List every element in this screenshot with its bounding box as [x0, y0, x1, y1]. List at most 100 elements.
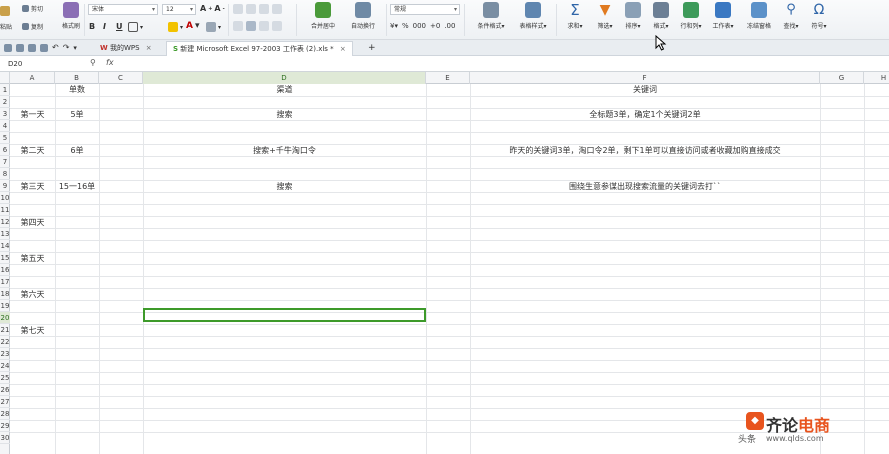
row-header[interactable]: 1 — [0, 84, 10, 96]
font-size-select[interactable]: 12 — [162, 4, 196, 15]
tab-my-wps[interactable]: W 我的WPS × — [94, 41, 158, 56]
cell-f9[interactable]: 围绕生意参谋出现搜索流量的关键词去打`` — [470, 181, 820, 192]
function-button[interactable]: fx — [106, 58, 114, 67]
tab-current-file[interactable]: S 新建 Microsoft Excel 97-2003 工作表 (2).xls… — [166, 41, 353, 56]
symbol-button[interactable]: Ω 符号▾ — [802, 2, 836, 38]
row-header[interactable]: 4 — [0, 120, 10, 132]
rotate-text-icon[interactable] — [272, 4, 282, 14]
cell-f1[interactable]: 关键词 — [470, 84, 820, 95]
row-header[interactable]: 6 — [0, 144, 10, 156]
column-header-c[interactable]: C — [99, 72, 143, 84]
bold-button[interactable]: B — [89, 22, 95, 31]
save-icon[interactable] — [16, 43, 24, 52]
cell-d1[interactable]: 渠道 — [143, 84, 426, 95]
align-right-icon[interactable] — [259, 21, 269, 31]
name-box[interactable]: D20 — [8, 59, 70, 70]
wrap-text-button[interactable]: 自动换行 — [342, 2, 384, 38]
new-tab-button[interactable]: + — [362, 41, 382, 56]
row-header[interactable]: 17 — [0, 276, 10, 288]
column-header-a[interactable]: A — [10, 72, 55, 84]
row-header[interactable]: 28 — [0, 408, 10, 420]
cell-f3[interactable]: 全标题3单，确定1个关键词2单 — [470, 109, 820, 120]
select-all-corner[interactable] — [0, 72, 10, 84]
row-header[interactable]: 15 — [0, 252, 10, 264]
row-header[interactable]: 9 — [0, 180, 10, 192]
preview-icon[interactable] — [40, 43, 48, 52]
open-icon[interactable] — [4, 43, 12, 52]
cell-a3[interactable]: 第一天 — [10, 109, 55, 120]
row-header[interactable]: 11 — [0, 204, 10, 216]
row-header[interactable]: 29 — [0, 420, 10, 432]
cell-d6[interactable]: 搜索+千牛淘口令 — [143, 145, 426, 156]
sum-button[interactable]: Σ 求和▾ — [558, 2, 592, 38]
paste-label-button[interactable]: 粘贴 — [0, 22, 12, 31]
copy-button[interactable]: 复制 — [22, 22, 43, 31]
cell-b1[interactable]: 单数 — [55, 84, 99, 95]
clear-button[interactable]: ▾ — [206, 22, 221, 32]
cell-d3[interactable]: 搜索 — [143, 109, 426, 120]
zoom-search-icon[interactable]: ⚲ — [90, 58, 96, 67]
row-header[interactable]: 12 — [0, 216, 10, 228]
cut-button[interactable]: 剪切 — [22, 4, 43, 13]
align-bottom-icon[interactable] — [259, 4, 269, 14]
row-header[interactable]: 26 — [0, 384, 10, 396]
column-header-b[interactable]: B — [55, 72, 99, 84]
quick-menu-chevron-icon[interactable]: ▾ — [73, 44, 77, 52]
row-header[interactable]: 2 — [0, 96, 10, 108]
row-header[interactable]: 16 — [0, 264, 10, 276]
close-icon[interactable]: × — [146, 44, 152, 52]
cell-a12[interactable]: 第四天 — [10, 217, 55, 228]
cell-a6[interactable]: 第二天 — [10, 145, 55, 156]
font-name-select[interactable]: 宋体 — [88, 4, 158, 15]
row-header[interactable]: 25 — [0, 372, 10, 384]
cell-b6[interactable]: 6单 — [55, 145, 99, 156]
cell-b9[interactable]: 15一16单 — [55, 181, 99, 192]
justify-icon[interactable] — [272, 21, 282, 31]
row-header[interactable]: 13 — [0, 228, 10, 240]
decrease-decimal-icon[interactable]: .00 — [444, 22, 455, 30]
close-icon[interactable]: × — [340, 45, 346, 53]
cell-f6[interactable]: 昨天的关键词3单，淘口令2单，剩下1单可以直接访问或者收藏加购直接成交 — [470, 145, 820, 156]
selected-cell-d20[interactable] — [143, 308, 426, 322]
row-header[interactable]: 22 — [0, 336, 10, 348]
cell-b3[interactable]: 5单 — [55, 109, 99, 120]
row-header[interactable]: 23 — [0, 348, 10, 360]
column-header-e[interactable]: E — [426, 72, 470, 84]
align-middle-icon[interactable] — [246, 4, 256, 14]
underline-button[interactable]: U — [116, 22, 123, 31]
redo-icon[interactable]: ↷ — [63, 43, 70, 52]
merge-center-button[interactable]: 合并居中 — [302, 2, 344, 38]
row-header[interactable]: 18 — [0, 288, 10, 300]
formula-input[interactable] — [122, 58, 882, 70]
thousands-icon[interactable]: 000 — [413, 22, 426, 30]
row-header[interactable]: 8 — [0, 168, 10, 180]
table-style-button[interactable]: 表格样式▾ — [512, 2, 554, 38]
cell-a9[interactable]: 第三天 — [10, 181, 55, 192]
grow-font-button[interactable]: A + A- — [200, 4, 225, 13]
row-header[interactable]: 30 — [0, 432, 10, 444]
print-icon[interactable] — [28, 43, 36, 52]
fill-color-button[interactable]: ▾ — [168, 22, 183, 32]
row-header[interactable]: 3 — [0, 108, 10, 120]
align-left-icon[interactable] — [233, 21, 243, 31]
paste-button[interactable] — [0, 6, 10, 16]
row-header[interactable]: 27 — [0, 396, 10, 408]
column-header-d[interactable]: D — [143, 72, 426, 84]
worksheet-button[interactable]: 工作表▾ — [704, 2, 742, 38]
row-header[interactable]: 10 — [0, 192, 10, 204]
row-header[interactable]: 14 — [0, 240, 10, 252]
row-header[interactable]: 20 — [0, 312, 10, 324]
align-center-icon[interactable] — [246, 21, 256, 31]
row-header[interactable]: 19 — [0, 300, 10, 312]
cell-a21[interactable]: 第七天 — [10, 325, 55, 336]
spreadsheet-grid[interactable]: A B C D E F G H 1 2 3 4 5 6 7 8 9 10 11 … — [0, 72, 889, 454]
row-header[interactable]: 21 — [0, 324, 10, 336]
font-color-button[interactable]: A ▾ — [186, 21, 200, 31]
cell-a18[interactable]: 第六天 — [10, 289, 55, 300]
italic-button[interactable]: I — [103, 22, 106, 31]
freeze-panes-button[interactable]: 冻结窗格 — [740, 2, 778, 38]
cell-d9[interactable]: 搜索 — [143, 181, 426, 192]
align-top-icon[interactable] — [233, 4, 243, 14]
row-header[interactable]: 24 — [0, 360, 10, 372]
column-header-h[interactable]: H — [864, 72, 889, 84]
